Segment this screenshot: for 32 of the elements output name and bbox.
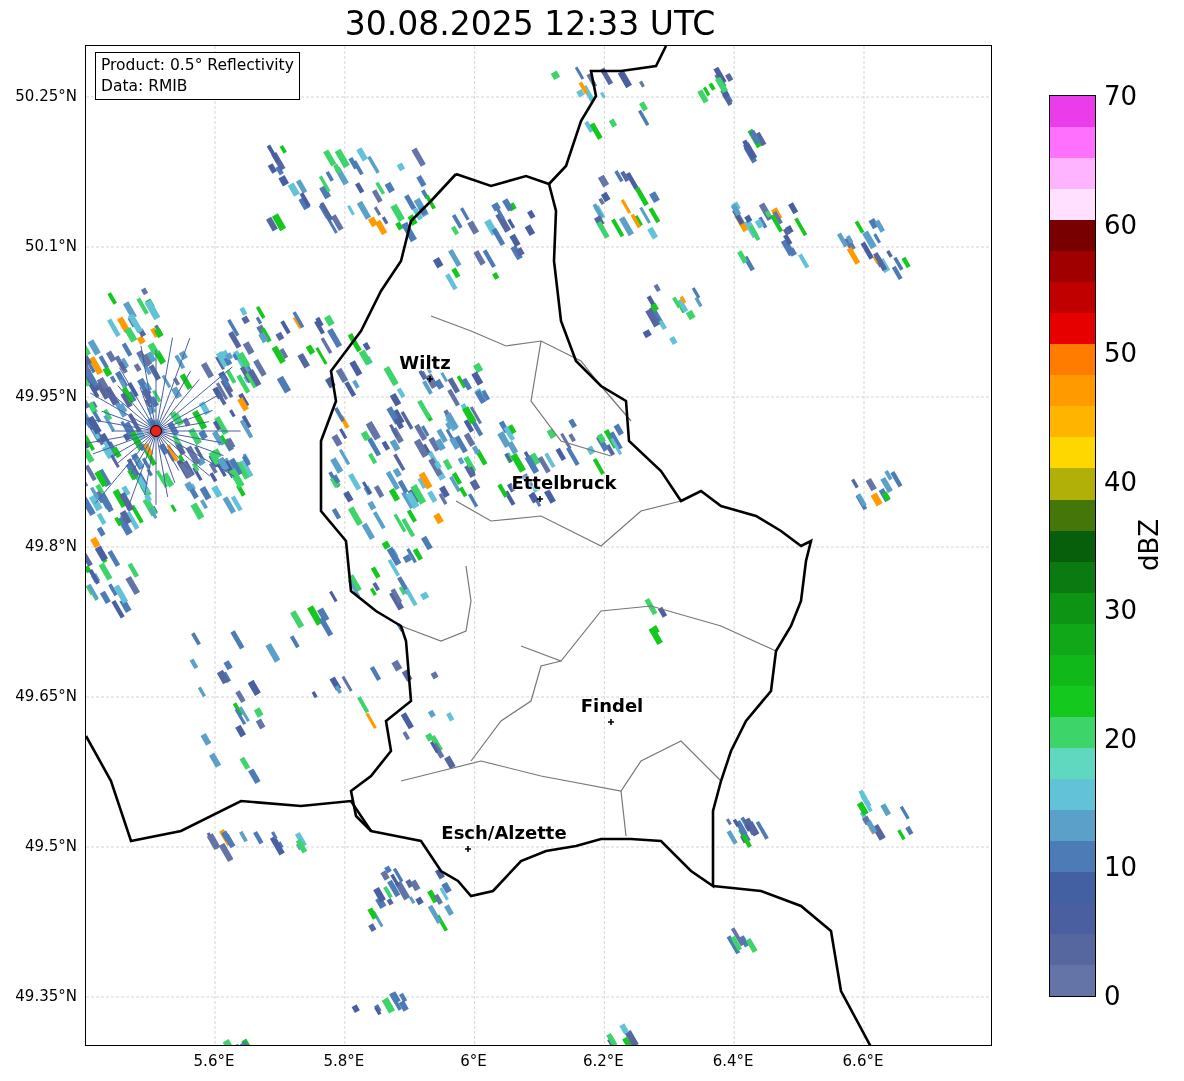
city-label: Findel	[580, 696, 644, 716]
city-marker-icon	[426, 375, 434, 383]
axis-tick-label: 5.8°E	[323, 1052, 365, 1070]
colorbar-tick-label: 30	[1104, 595, 1138, 626]
info-text: Product: 0.5° Reflectivity	[101, 55, 294, 76]
info-text: Data: RMIB	[101, 76, 189, 97]
axis-tick-label: 6°E	[460, 1052, 487, 1070]
city-label: Wiltz	[399, 353, 451, 373]
city-marker-icon	[464, 845, 472, 853]
city-marker-icon	[607, 718, 615, 726]
axis-tick-label: 6.2°E	[582, 1052, 624, 1070]
chart-title: 30.08.2025 12:33 UTC	[343, 4, 717, 44]
colorbar-tick-label: 40	[1104, 466, 1138, 497]
axis-tick-label: 6.6°E	[842, 1052, 884, 1070]
axis-tick-label: 49.5°N	[24, 837, 77, 855]
axis-tick-label: 5.6°E	[193, 1052, 235, 1070]
axis-tick-label: 50.1°N	[24, 237, 77, 255]
axis-tick-label: 50.25°N	[15, 87, 77, 105]
axis-tick-label: 49.8°N	[24, 537, 77, 555]
colorbar-tick-label: 20	[1104, 723, 1138, 754]
city-marker-icon	[536, 495, 544, 503]
colorbar-tick-label: 0	[1104, 981, 1121, 1011]
colorbar-tick-label: 70	[1104, 81, 1138, 111]
axis-tick-label: 49.95°N	[15, 387, 77, 405]
axis-tick-label: 49.35°N	[15, 987, 77, 1005]
colorbar-tick-label: 60	[1104, 209, 1138, 240]
colorbar-label: dBZ	[1134, 518, 1164, 572]
axis-tick-label: 6.4°E	[712, 1052, 754, 1070]
colorbar-tick-label: 50	[1104, 338, 1138, 369]
axis-tick-label: 49.65°N	[15, 687, 77, 705]
city-label: Esch/Alzette	[441, 823, 567, 843]
colorbar-tick-label: 10	[1104, 852, 1138, 883]
